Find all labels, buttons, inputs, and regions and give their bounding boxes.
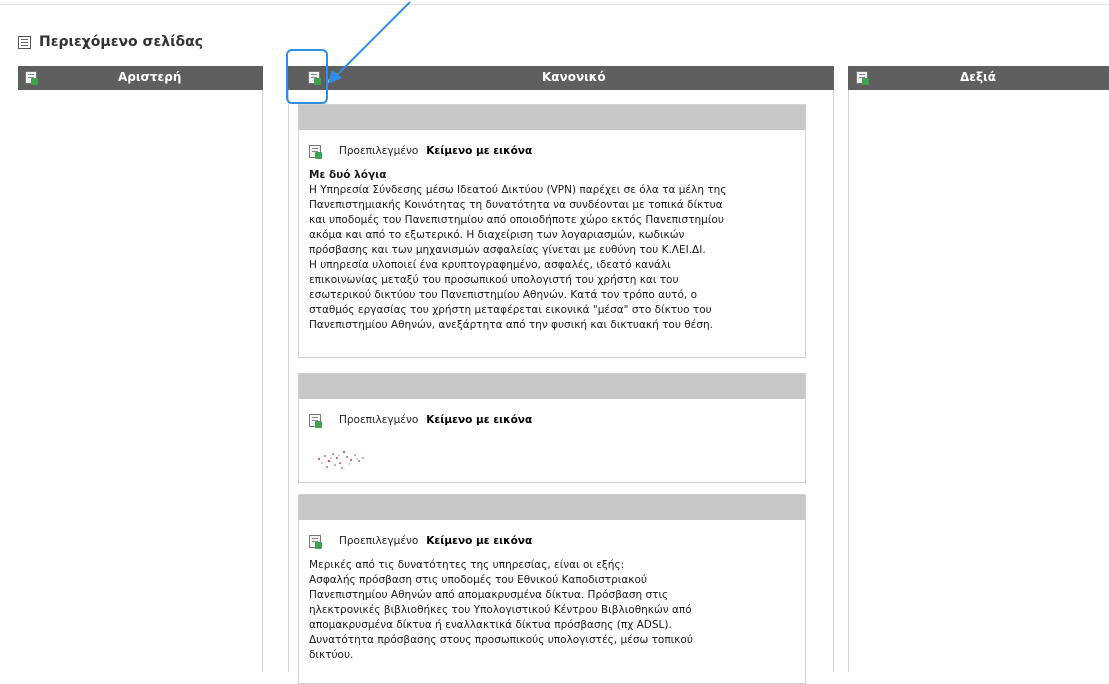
text-line: Πανεπιστημίου Αθηνών, ανεξάρτητα από την… bbox=[309, 319, 713, 331]
block-layout-label: Προεπιλεγμένο bbox=[339, 535, 419, 547]
page-title: Περιεχόμενο σελίδας bbox=[18, 32, 203, 52]
block-layout-label: Προεπιλεγμένο bbox=[339, 414, 419, 426]
page-content-icon bbox=[18, 35, 31, 49]
content-item-icon[interactable] bbox=[309, 413, 322, 428]
column-title-left: Αριστερή bbox=[118, 70, 182, 84]
text-line: ακόμα και από το εξωτερικό. Η διαχείριση… bbox=[309, 229, 685, 241]
text-line: Πανεπιστημίου Αθηνών από απομακρυσμένα δ… bbox=[309, 589, 669, 601]
content-block[interactable]: Προεπιλεγμένο Κείμενο με εικόνα bbox=[298, 373, 806, 483]
block-type-label: Κείμενο με εικόνα bbox=[426, 535, 533, 547]
text-line: και υποδομές του Πανεπιστημίου από οποιο… bbox=[309, 214, 724, 226]
content-block[interactable]: Προεπιλεγμένο Κείμενο με εικόνα Μερικές … bbox=[298, 494, 806, 684]
column-body-left bbox=[18, 90, 263, 672]
image-thumbnail bbox=[317, 450, 364, 469]
column-header-right: Δεξιά bbox=[848, 66, 1109, 90]
block-drag-bar[interactable] bbox=[299, 374, 805, 399]
content-item-icon[interactable] bbox=[309, 534, 322, 549]
text-line: πρόσβασης και των μηχανισμών ασφαλείας γ… bbox=[309, 244, 706, 256]
add-content-icon[interactable] bbox=[856, 71, 869, 85]
column-title-center: Κανονικό bbox=[542, 70, 606, 84]
block-heading: Με δυό λόγια bbox=[309, 169, 387, 181]
top-divider bbox=[0, 0, 1109, 5]
text-line: δικτύου. bbox=[309, 649, 354, 661]
block-text: Μερικές από τις δυνατότητες της υπηρεσία… bbox=[309, 558, 795, 663]
column-title-right: Δεξιά bbox=[960, 70, 996, 84]
text-line: Η υπηρεσία υλοποιεί ένα κρυπτογραφημένο,… bbox=[309, 259, 671, 271]
annotation-arrow bbox=[328, 1, 411, 84]
text-line: Μερικές από τις δυνατότητες της υπηρεσία… bbox=[309, 559, 625, 571]
block-type-row: Προεπιλεγμένο Κείμενο με εικόνα bbox=[309, 407, 795, 433]
text-line: επικοινωνίας μεταξύ του προσωπικού υπολο… bbox=[309, 274, 679, 286]
add-content-icon[interactable] bbox=[25, 71, 38, 85]
text-line: απομακρυσμένα δίκτυα ή εναλλακτικά δίκτυ… bbox=[309, 619, 672, 631]
block-type-row: Προεπιλεγμένο Κείμενο με εικόνα bbox=[309, 138, 795, 164]
content-item-icon[interactable] bbox=[309, 144, 322, 159]
text-line: Η Υπηρεσία Σύνδεσης μέσω Ιδεατού Δικτύου… bbox=[309, 184, 727, 196]
text-line: σταθμός εργασίας του χρήστη μεταφέρεται … bbox=[309, 304, 712, 316]
content-block[interactable]: Προεπιλεγμένο Κείμενο με εικόνα Με δυό λ… bbox=[298, 104, 806, 358]
text-line: ηλεκτρονικές βιβλιοθήκες του Υπολογιστικ… bbox=[309, 604, 692, 616]
block-type-label: Κείμενο με εικόνα bbox=[426, 414, 533, 426]
block-type-row: Προεπιλεγμένο Κείμενο με εικόνα bbox=[309, 528, 795, 554]
block-drag-bar[interactable] bbox=[299, 495, 805, 520]
block-drag-bar[interactable] bbox=[299, 105, 805, 130]
column-body-right bbox=[848, 90, 1109, 672]
block-layout-label: Προεπιλεγμένο bbox=[339, 145, 419, 157]
column-header-left: Αριστερή bbox=[18, 66, 263, 90]
text-line: Δυνατότητα πρόσβασης στους προσωπικούς υ… bbox=[309, 634, 693, 646]
text-line: Ασφαλής πρόσβαση στις υποδομές του Εθνικ… bbox=[309, 574, 647, 586]
text-line: εσωτερικού δικτύου του Πανεπιστημίου Αθη… bbox=[309, 289, 697, 301]
text-line: Πανεπιστημιακής Κοινότητας τη δυνατότητα… bbox=[309, 199, 723, 211]
page-title-text: Περιεχόμενο σελίδας bbox=[39, 34, 204, 50]
block-type-label: Κείμενο με εικόνα bbox=[426, 145, 533, 157]
block-text: Με δυό λόγια Η Υπηρεσία Σύνδεσης μέσω Ιδ… bbox=[309, 168, 795, 333]
